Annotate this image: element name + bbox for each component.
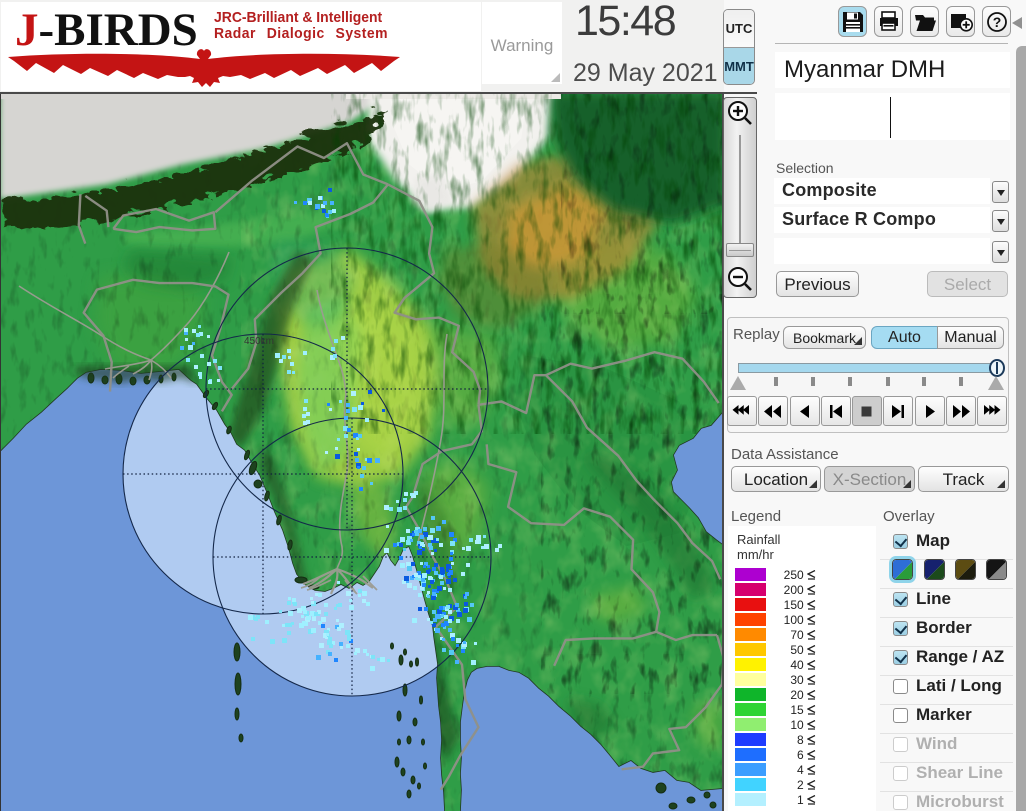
svg-text:450km: 450km xyxy=(244,336,274,347)
svg-text:?: ? xyxy=(993,14,1002,30)
